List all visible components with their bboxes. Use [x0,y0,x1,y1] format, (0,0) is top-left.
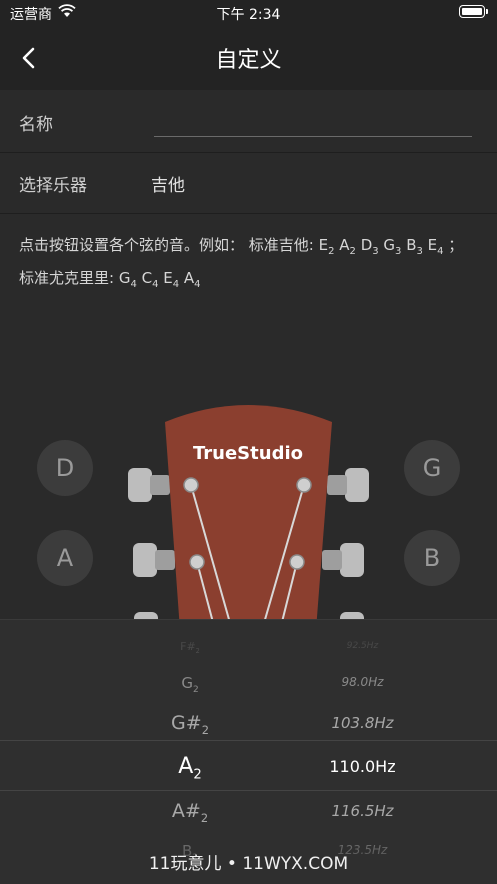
name-row: 名称 [0,92,497,153]
ukulele-note: E4 [163,269,180,290]
watermark: 11玩意儿 • 11WYX.COM [148,854,349,874]
picker-note: A#2 [171,799,209,825]
ukulele-note: C4 [141,269,159,290]
guitar-example-label: 标准吉他: [248,236,319,254]
picker-note: A2 [178,754,202,783]
ukulele-note: G4 [118,269,137,290]
instrument-row[interactable]: 选择乐器 吉他 [0,153,497,214]
guitar-note: D3 [360,236,379,257]
guitar-note: B3 [406,236,423,257]
note-picker[interactable]: F#292.5HzG298.0HzG#2103.8HzA2110.0HzA#21… [0,619,497,884]
peg-button-d[interactable]: D [37,440,93,496]
name-input[interactable] [154,108,472,137]
guitar-note: E4 [427,236,444,257]
ukulele-example-notes: G4 C4 E4 A4 [118,269,201,290]
brand-logo: TrueStudio [193,443,303,464]
peg-button-b[interactable]: B [404,530,460,586]
picker-frequency: 116.5Hz [331,801,394,820]
page-title: 自定义 [215,48,282,73]
picker-frequency: 110.0Hz [329,757,396,776]
clock: 下午 2:34 [216,7,281,23]
battery-icon [459,5,488,18]
peg-button-g[interactable]: G [404,440,460,496]
picker-row[interactable]: A2 110.0Hz [0,745,497,785]
navigation-bar: 自定义 [0,26,497,90]
description-intro: 点击按钮设置各个弦的音。例如： [19,236,245,254]
status-bar: 运营商 下午 2:34 [0,0,497,26]
ukulele-example-label: 标准尤克里里: [19,269,119,287]
peg-button-a[interactable]: A [37,530,93,586]
tuning-description: 点击按钮设置各个弦的音。例如： 标准吉他: E2 A2 D3 G3 B3 E4 … [19,236,464,290]
guitar-headstock: TrueStudio D A G B [0,300,497,632]
instrument-label: 选择乐器 [19,176,87,196]
name-label: 名称 [19,115,53,135]
picker-row[interactable]: A#2 116.5Hz [0,789,497,829]
picker-row[interactable]: G#2 103.8Hz [0,701,497,741]
guitar-note: G3 [383,236,402,257]
ukulele-note: A4 [183,269,201,290]
guitar-example-notes: E2 A2 D3 G3 B3 E4 [318,236,449,257]
guitar-note: A2 [339,236,356,257]
picker-fade-top [0,620,497,680]
picker-note: G#2 [171,711,209,737]
picker-frequency: 103.8Hz [331,713,394,732]
instrument-value[interactable]: 吉他 [151,171,185,196]
guitar-note: E2 [318,236,335,257]
